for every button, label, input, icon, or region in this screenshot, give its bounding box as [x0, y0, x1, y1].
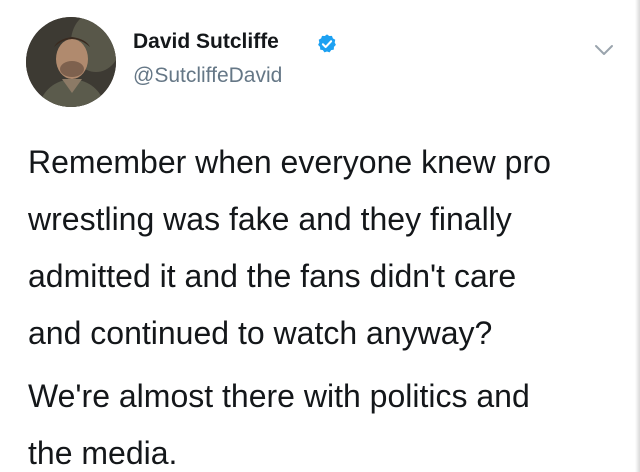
- tweet-line: admitted it and the fans didn't care: [28, 258, 517, 294]
- author-handle[interactable]: @SutcliffeDavid: [133, 64, 282, 88]
- tweet-paragraph: Remember when everyone knew pro wrestlin…: [28, 134, 628, 362]
- avatar-image: [26, 17, 116, 107]
- more-options-button[interactable]: [592, 38, 616, 62]
- verified-badge-icon: [316, 33, 338, 55]
- tweet-line: the media.: [28, 435, 178, 471]
- chevron-down-icon: [595, 45, 613, 55]
- tweet-text: Remember when everyone knew pro wrestlin…: [28, 134, 628, 472]
- tweet-line: Remember when everyone knew pro: [28, 144, 551, 180]
- tweet-card: David Sutcliffe @SutcliffeDavid Remember…: [0, 0, 640, 472]
- tweet-paragraph: We're almost there with politics and the…: [28, 368, 628, 472]
- author-display-name[interactable]: David Sutcliffe: [133, 30, 279, 54]
- tweet-line: wrestling was fake and they finally: [28, 201, 512, 237]
- tweet-line: and continued to watch anyway?: [28, 315, 493, 351]
- tweet-line: We're almost there with politics and: [28, 378, 530, 414]
- avatar[interactable]: [26, 17, 116, 107]
- scrollbar-edge: [635, 0, 640, 472]
